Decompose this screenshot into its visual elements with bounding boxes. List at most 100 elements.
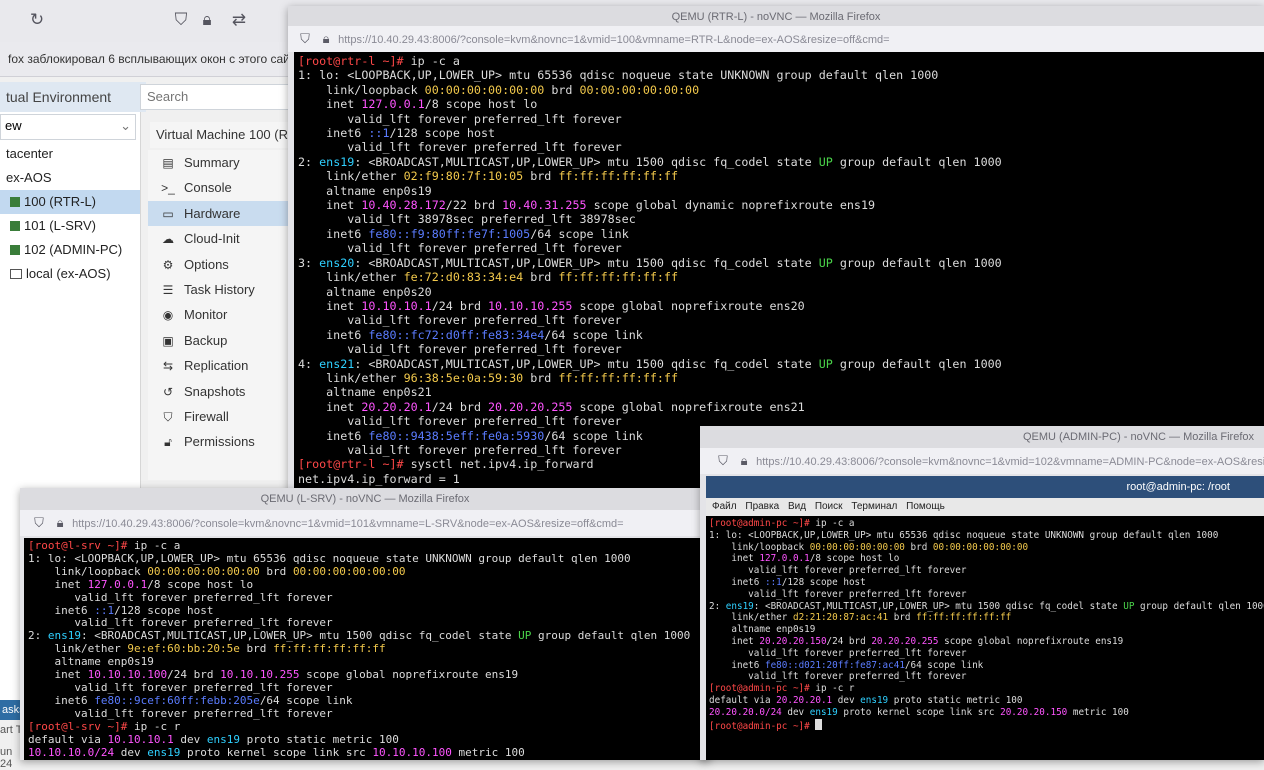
terminal-text: scope global noprefixroute ens19: [938, 635, 1124, 647]
terminal-text: inet: [298, 399, 362, 414]
tree-item-datacenter[interactable]: tacenter: [0, 142, 140, 166]
terminal-text: ::1: [368, 126, 390, 141]
nav-console[interactable]: >_ Console: [148, 175, 290, 200]
menu-edit[interactable]: Правка: [745, 501, 779, 512]
terminal-text: ens19: [206, 732, 240, 746]
nav-monitor[interactable]: ◉ Monitor: [148, 302, 290, 327]
lock-icon[interactable]: 🔒︎: [196, 9, 218, 31]
admin-pc-terminal[interactable]: [root@admin-pc ~]# ip -c a 1: lo: <LOOPBA…: [706, 516, 1264, 760]
terminal-line: inet 10.10.10.1/24 brd 10.10.10.255 scop…: [298, 299, 1262, 313]
terminal-text: valid_lft forever preferred_lft forever: [298, 313, 622, 328]
terminal-text: 1: lo: <LOOPBACK,UP,LOWER_UP> mtu 65536 …: [28, 551, 631, 565]
vm-nav-panel: ▤ Summary >_ Console ▭ Hardware ☁ Cloud-Init…: [148, 150, 290, 480]
terminal-text: /64 scope link: [530, 226, 629, 241]
terminal-text: UP: [818, 154, 833, 169]
terminal-line: link/ether fe:72:d0:83:34:e4 brd ff:ff:f…: [298, 270, 1262, 284]
terminal-line: link/loopback 00:00:00:00:00:00 brd 00:0…: [298, 83, 1262, 97]
terminal-text: ens19: [47, 629, 81, 643]
pve-header-title: tual Environment: [0, 82, 146, 112]
terminal-text: brd: [523, 270, 559, 285]
view-selector[interactable]: ew ⌄: [0, 114, 136, 140]
menu-file[interactable]: Файл: [712, 501, 737, 512]
lock-icon: 🔒︎: [56, 515, 64, 530]
nav-firewall[interactable]: ⛉ Firewall: [148, 404, 290, 429]
terminal-text: valid_lft forever preferred_lft forever: [28, 706, 333, 720]
terminal-text: : <BROADCAST,MULTICAST,UP,LOWER_UP> mtu …: [81, 629, 519, 643]
terminal-text: valid_lft forever preferred_lft forever: [298, 111, 622, 126]
terminal-text: valid_lft forever preferred_lft forever: [298, 140, 622, 155]
terminal-text: 20.20.20.1: [361, 399, 432, 414]
terminal-line: default via 20.20.20.1 dev ens19 proto s…: [709, 695, 1264, 707]
tree-item-vm-101[interactable]: 101 (L-SRV): [0, 214, 140, 238]
terminal-text: 3:: [298, 255, 320, 270]
address-bar[interactable]: ⛉ 🔒︎ https://10.40.29.43:8006/?console=k…: [700, 448, 1264, 474]
terminal-text: fe80::9cef:60ff:febb:205e: [94, 693, 260, 707]
shield-icon: ⛉: [34, 515, 44, 530]
terminal-text: group default qlen 1000: [832, 154, 1002, 169]
l-srv-terminal[interactable]: [root@l-srv ~]# ip -c a 1: lo: <LOOPBACK,…: [24, 538, 710, 760]
tree-item-vm-102[interactable]: 102 (ADMIN-PC): [0, 238, 140, 262]
terminal-text: [root@admin-pc ~]#: [709, 720, 810, 732]
terminal-text: link/ether: [298, 370, 404, 385]
terminal-text: /24 brd: [826, 635, 872, 647]
shield-icon[interactable]: ⛉: [170, 9, 192, 31]
nav-label: Monitor: [184, 307, 228, 323]
tree-item-storage[interactable]: local (ex-AOS): [0, 262, 140, 286]
popup-blocked-notice: fox заблокировал 6 всплывающих окон с эт…: [0, 42, 298, 77]
terminal-line: valid_lft forever preferred_lft forever: [298, 140, 1262, 154]
terminal-text: scope global dynamic noprefixroute ens19: [586, 198, 876, 213]
terminal-text: link/ether: [709, 612, 793, 624]
nav-options[interactable]: ⚙ Options: [148, 252, 290, 277]
nav-summary[interactable]: ▤ Summary: [148, 150, 290, 175]
terminal-text: ff:ff:ff:ff:ff:ff: [273, 642, 386, 656]
lock-icon: 🔒︎: [740, 453, 748, 468]
l-srv-console-window: QEMU (L-SRV) - noVNC — Mozilla Firefox ⛉…: [20, 488, 710, 760]
terminal-text: valid_lft 38978sec preferred_lft 38978se…: [298, 212, 636, 227]
terminal-text: group default qlen 1000: [531, 629, 691, 643]
terminal-text: inet6: [298, 428, 369, 443]
terminal-text: [root@l-srv ~]#: [28, 539, 128, 552]
unlock-icon: 🔓︎: [164, 435, 172, 450]
terminal-text: : <BROADCAST,MULTICAST,UP,LOWER_UP> mtu …: [354, 154, 819, 169]
nav-permissions[interactable]: 🔓︎ Permissions: [148, 429, 290, 454]
terminal-text: brd: [888, 612, 917, 624]
tree-item-vm-100[interactable]: 100 (RTR-L): [0, 190, 140, 214]
terminal-line: valid_lft forever preferred_lft forever: [709, 648, 1264, 660]
nav-replication[interactable]: ⇆ Replication: [148, 353, 290, 378]
permissions-icon[interactable]: ⇄: [228, 9, 250, 31]
terminal-text: altname enp0s19: [28, 655, 154, 669]
nav-label: Options: [184, 256, 229, 272]
terminal-text: ip -c a: [403, 54, 460, 68]
menu-terminal[interactable]: Терминал: [851, 501, 897, 512]
terminal-text: inet6: [709, 576, 765, 588]
menu-search[interactable]: Поиск: [815, 501, 843, 512]
menu-help[interactable]: Помощь: [906, 501, 945, 512]
terminal-text: ip -c a: [127, 539, 181, 552]
address-bar[interactable]: ⛉ 🔒︎ https://10.40.29.43:8006/?console=k…: [20, 510, 710, 536]
terminal-text: 4:: [298, 356, 320, 371]
nav-snapshots[interactable]: ↺ Snapshots: [148, 379, 290, 404]
terminal-text: [root@admin-pc ~]#: [709, 683, 810, 695]
nav-task-history[interactable]: ☰ Task History: [148, 277, 290, 302]
terminal-cursor: [815, 718, 823, 730]
terminal-text: brd: [904, 541, 933, 553]
terminal-text: 127.0.0.1: [87, 577, 148, 591]
nav-label: Cloud-Init: [184, 231, 240, 247]
terminal-text: sysctl net.ipv4.ip_forward: [403, 457, 594, 472]
terminal-text: ens19: [319, 154, 355, 169]
terminal-text: ens19: [809, 706, 838, 718]
tree-item-node[interactable]: ex-AOS: [0, 166, 140, 190]
address-bar[interactable]: ⛉ 🔒︎ https://10.40.29.43:8006/?console=k…: [288, 26, 1264, 52]
terminal-text: scope global noprefixroute ens19: [299, 668, 519, 682]
nav-backup[interactable]: ▣ Backup: [148, 328, 290, 353]
terminal-text: : <BROADCAST,MULTICAST,UP,LOWER_UP> mtu …: [753, 600, 1124, 612]
console-icon: >_: [161, 181, 175, 196]
nav-cloud-init[interactable]: ☁ Cloud-Init: [148, 226, 290, 251]
search-input[interactable]: [140, 84, 290, 110]
nav-hardware[interactable]: ▭ Hardware: [148, 200, 290, 227]
reload-icon[interactable]: ↻: [26, 9, 48, 31]
menu-view[interactable]: Вид: [788, 501, 806, 512]
terminal-line: link/loopback 00:00:00:00:00:00 brd 00:0…: [709, 542, 1264, 554]
view-selector-value: ew: [5, 118, 22, 133]
terminal-text: fe:72:d0:83:34:e4: [403, 270, 524, 285]
